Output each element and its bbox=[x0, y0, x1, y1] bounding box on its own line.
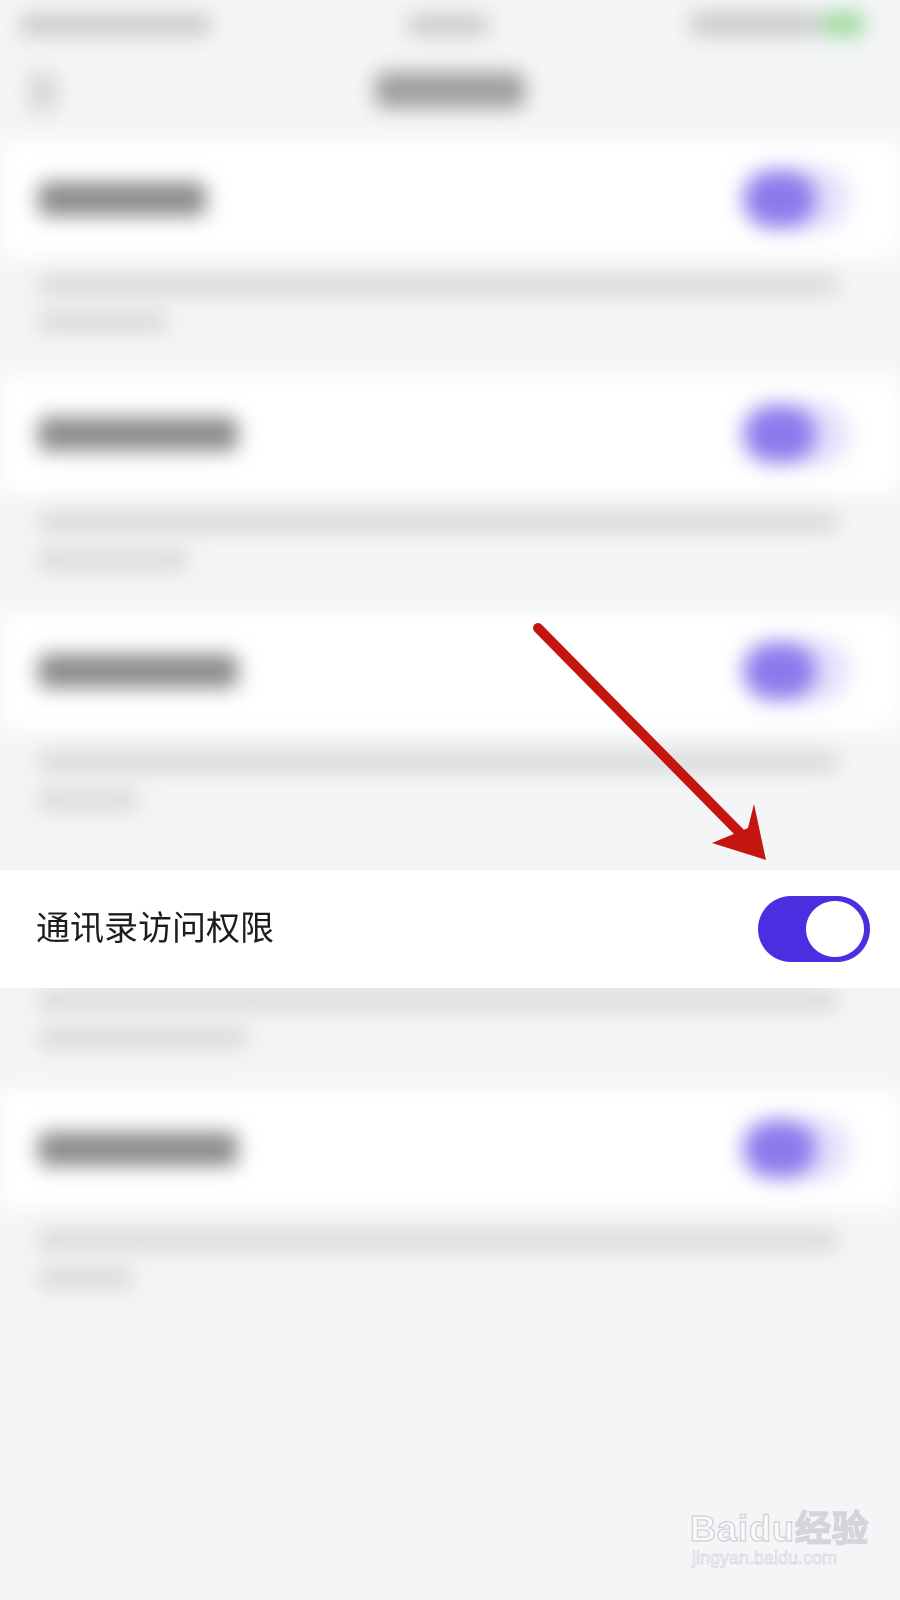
permission-row[interactable] bbox=[0, 1090, 900, 1208]
permission-toggle[interactable] bbox=[740, 1117, 850, 1181]
status-bar-indicators bbox=[690, 12, 820, 36]
contacts-permission-label: 通讯录访问权限 bbox=[36, 909, 274, 949]
permission-description bbox=[38, 512, 838, 532]
toggle-knob bbox=[806, 901, 864, 957]
battery-icon bbox=[822, 12, 864, 36]
permission-row-label bbox=[38, 182, 206, 216]
toggle-knob bbox=[744, 406, 816, 462]
permission-toggle[interactable] bbox=[740, 639, 850, 703]
permission-description bbox=[38, 1268, 133, 1288]
permission-row-label bbox=[38, 417, 238, 451]
permission-description bbox=[38, 550, 188, 570]
permission-description bbox=[38, 990, 838, 1010]
back-arrow-icon[interactable] bbox=[28, 72, 58, 112]
permission-description bbox=[38, 312, 168, 332]
permission-row[interactable] bbox=[0, 375, 900, 493]
toggle-knob bbox=[744, 171, 816, 227]
permission-row-label bbox=[38, 654, 238, 688]
permission-row[interactable] bbox=[0, 140, 900, 258]
watermark-url: jingyan.baidu.com bbox=[692, 1548, 838, 1569]
blurred-background bbox=[0, 0, 900, 1600]
permission-description bbox=[38, 1028, 248, 1048]
permission-toggle[interactable] bbox=[740, 167, 850, 231]
permission-description bbox=[38, 1230, 838, 1250]
permission-description bbox=[38, 790, 138, 810]
page-title bbox=[375, 72, 525, 108]
permission-description bbox=[38, 275, 838, 295]
contacts-permission-row[interactable]: 通讯录访问权限 bbox=[0, 870, 900, 988]
permission-description bbox=[38, 752, 838, 772]
watermark-brand: Baidu经验 bbox=[689, 1507, 870, 1550]
permission-row[interactable] bbox=[0, 612, 900, 730]
contacts-permission-toggle[interactable] bbox=[758, 896, 870, 962]
permission-toggle[interactable] bbox=[740, 402, 850, 466]
baidu-watermark: Baidu经验 jingyan.baidu.com bbox=[689, 1500, 880, 1590]
toggle-knob bbox=[744, 1121, 816, 1177]
toggle-knob bbox=[744, 643, 816, 699]
status-bar-time bbox=[408, 14, 488, 36]
status-bar bbox=[0, 0, 900, 50]
nav-bar bbox=[0, 50, 900, 130]
permission-row-label bbox=[38, 1132, 238, 1166]
status-bar-carrier bbox=[20, 14, 210, 36]
